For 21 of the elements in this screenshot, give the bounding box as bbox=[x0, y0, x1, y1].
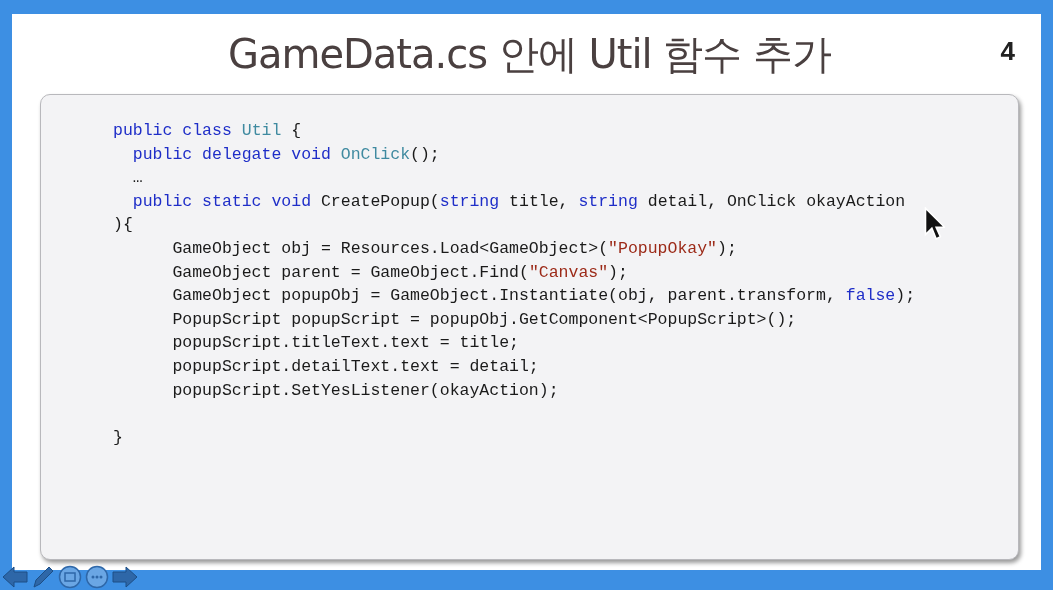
mouse-pointer-icon bbox=[923, 207, 945, 241]
code-line: GameObject parent = GameObject.Find("Canvas"); bbox=[171, 261, 628, 284]
page-number: 4 bbox=[1000, 36, 1015, 67]
pen-icon[interactable] bbox=[31, 565, 55, 589]
code-line: public delegate void OnClick(); bbox=[131, 143, 440, 166]
code-line: GameObject popupObj = GameObject.Instantiate(obj, parent.transform, false); bbox=[171, 285, 916, 308]
code-line: popupScript.SetYesListener(okayAction); bbox=[171, 379, 559, 402]
code-line: GameObject obj = Resources.Load<GameObject>("PopupOkay"); bbox=[171, 237, 737, 260]
code-line: public class Util { bbox=[113, 120, 302, 142]
code-line: popupScript.titleText.text = title; bbox=[171, 332, 519, 355]
code-line: } bbox=[113, 426, 123, 449]
next-slide-icon[interactable] bbox=[112, 565, 138, 589]
code-line: popupScript.detailText.text = detail; bbox=[171, 355, 539, 378]
code-line: PopupScript popupScript = popupObj.GetComponent<PopupScript>(); bbox=[171, 308, 797, 331]
more-icon[interactable] bbox=[85, 565, 109, 589]
code-line: public static void CreatePopup(string title, string detail, OnClick okayAction bbox=[131, 190, 906, 213]
code-line: ){ bbox=[113, 214, 133, 237]
slide-title: GameData.cs 안에 Util 함수 추가 bbox=[227, 29, 832, 79]
code-line: … bbox=[131, 167, 143, 190]
previous-slide-icon[interactable] bbox=[2, 565, 28, 589]
slide-icon[interactable] bbox=[58, 565, 82, 589]
